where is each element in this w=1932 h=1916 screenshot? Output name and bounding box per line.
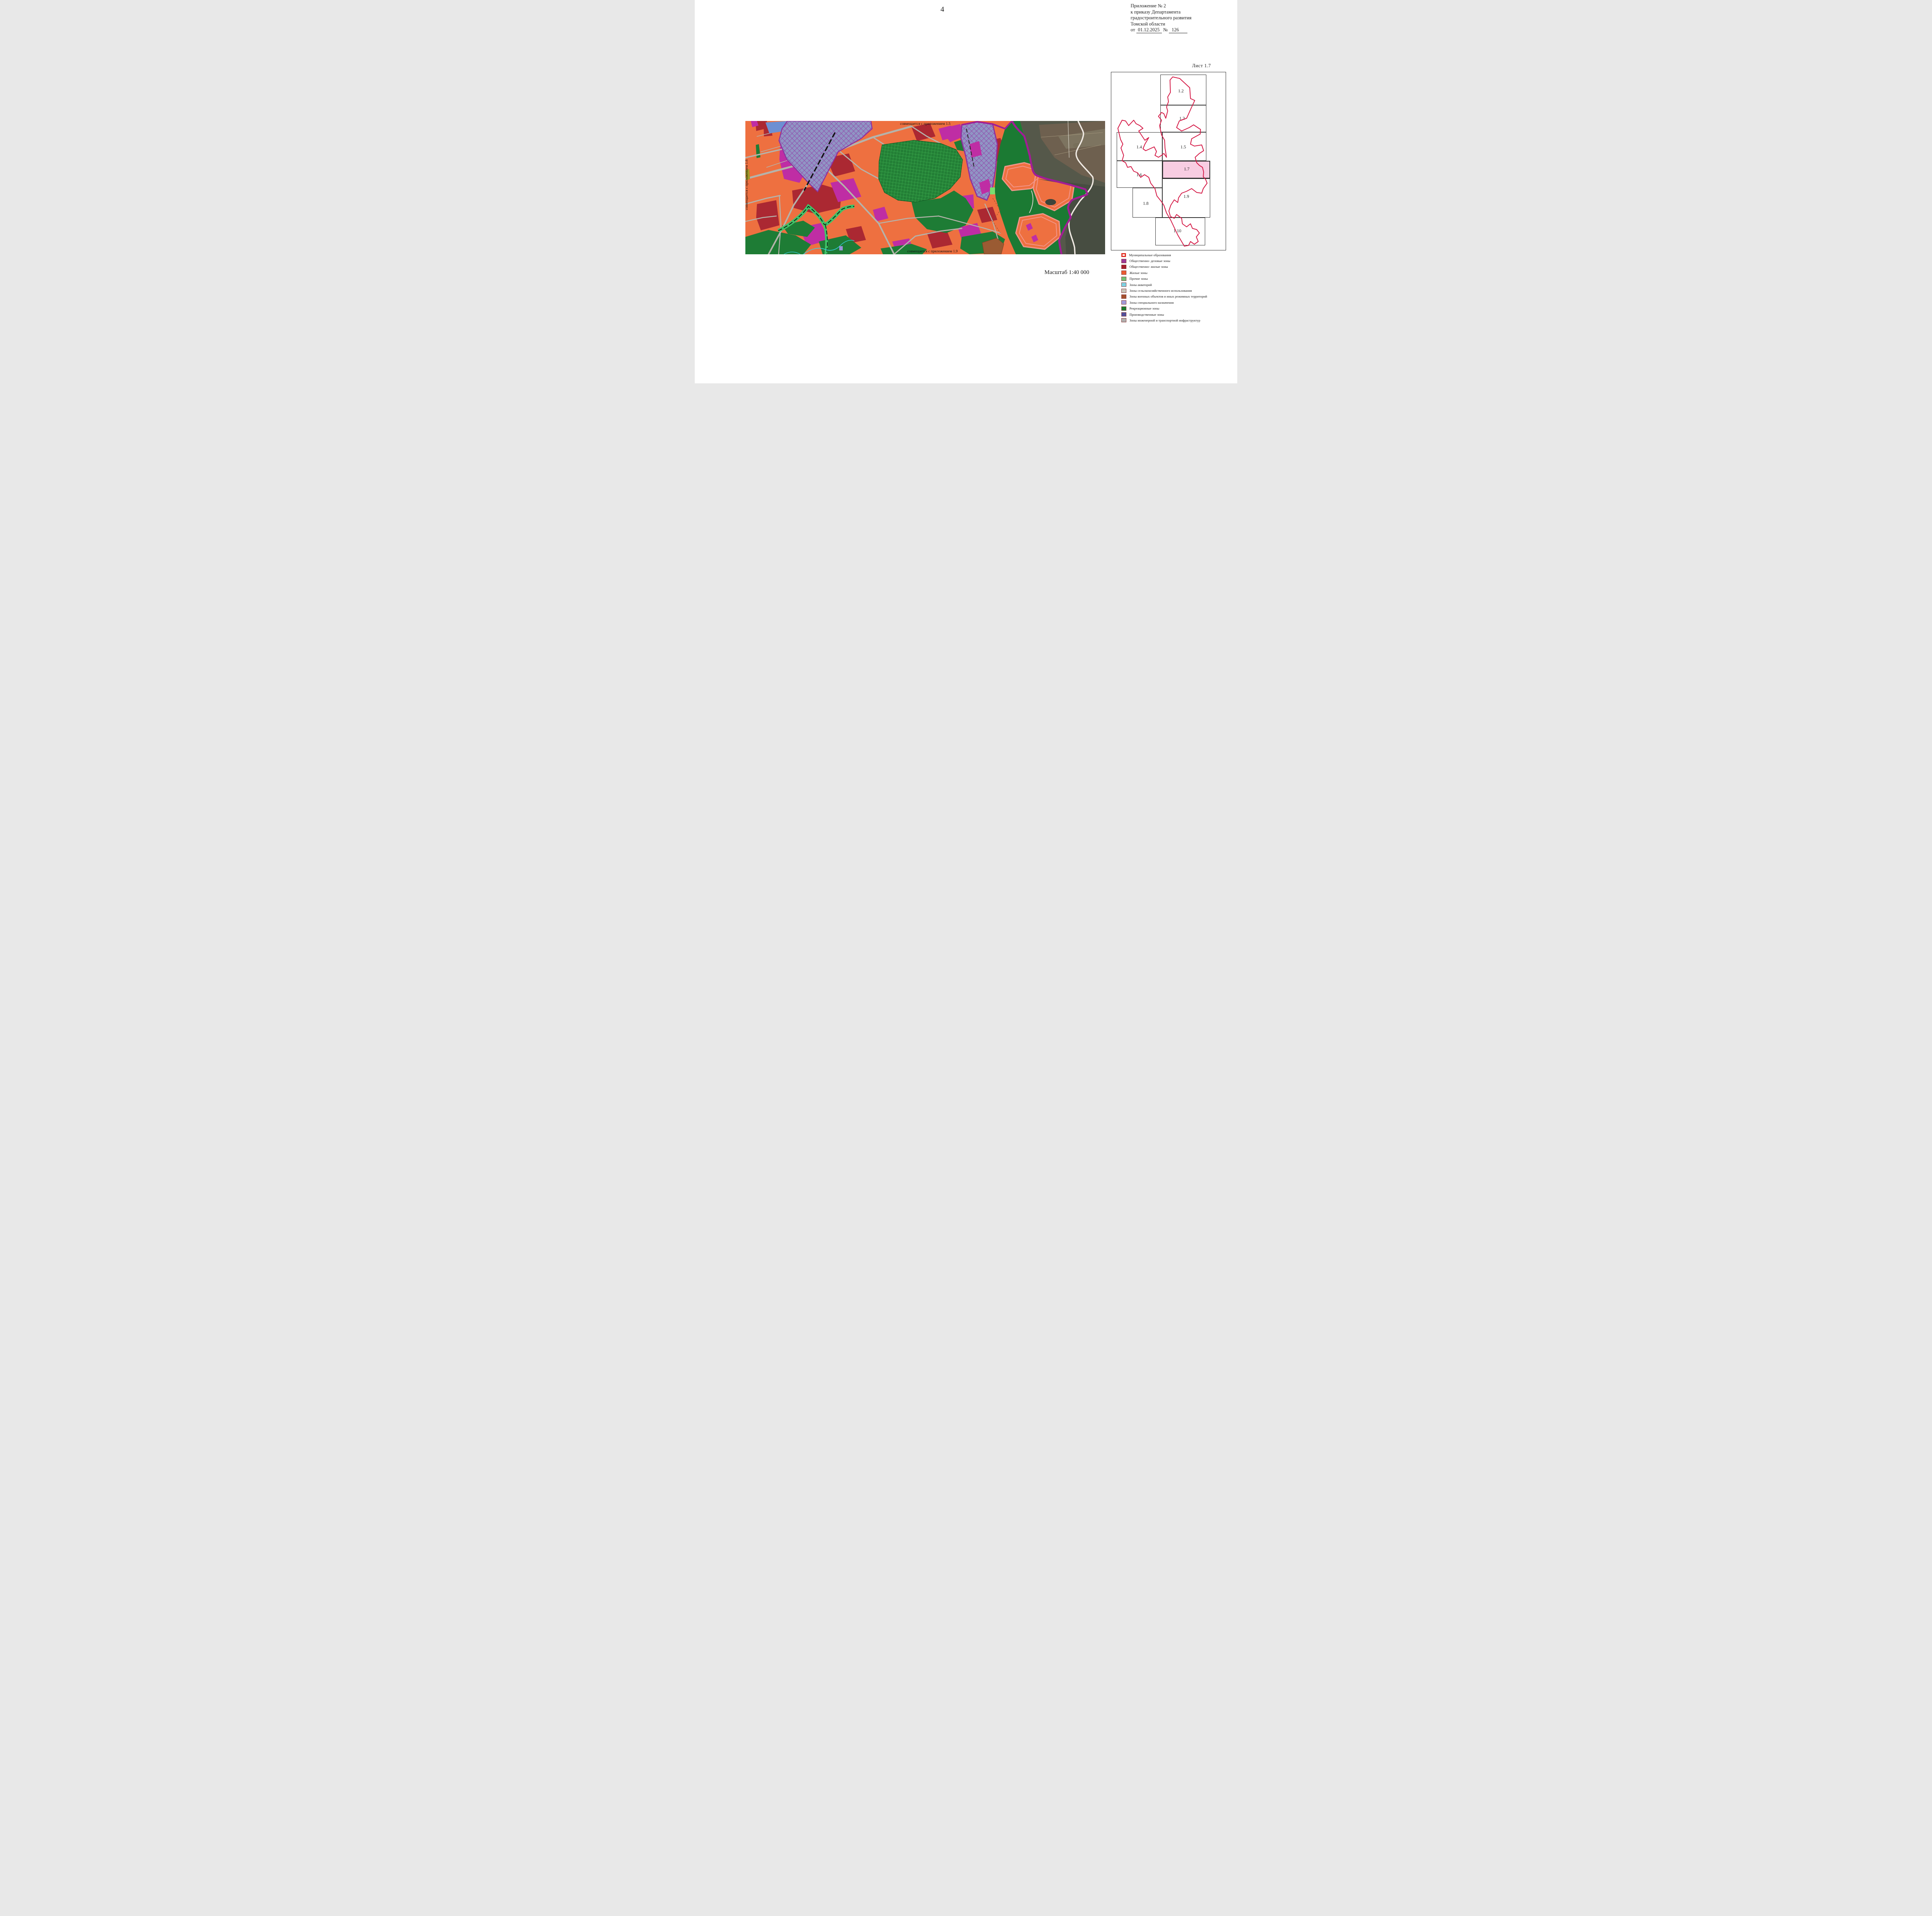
legend-row: Зоны военных объектов и иных режимных те… [1121, 294, 1207, 299]
sheet-number: 1.10 [1173, 229, 1181, 233]
header-line-2: к приказу Департамента [1131, 9, 1192, 15]
legend-row: Зоны инженерной и транспортной инфрастру… [1121, 317, 1207, 323]
sheet-number: 1.3 [1179, 116, 1185, 121]
legend-label: Общественно- жилые зоны [1129, 265, 1168, 269]
map-legend: Муниципальные образования Общественно- д… [1121, 252, 1207, 323]
index-sheet-1-7-highlighted: 1.7 [1162, 161, 1210, 179]
sheet-number: 1.4 [1136, 145, 1142, 150]
color-swatch-icon [1121, 312, 1126, 316]
municipality-outline-swatch-icon [1121, 253, 1126, 257]
legend-row: Рекреационные зоны [1121, 306, 1207, 311]
header-line-3: градостроительного развития [1131, 15, 1192, 21]
index-sheet-1-8: 1.8 [1133, 188, 1162, 218]
index-sheet-1-6: 1.6 [1117, 161, 1162, 188]
legend-label: Муниципальные образования [1129, 253, 1171, 257]
order-date: 01.12.2025 [1136, 27, 1162, 33]
color-swatch-icon [1121, 277, 1126, 281]
sheet-number: 1.9 [1184, 194, 1189, 199]
zoning-map: совмещается с приложением 1.5 совмещаетс… [745, 121, 1105, 254]
sheet-number: 1.5 [1180, 145, 1186, 150]
legend-label: Производственные зоны [1129, 313, 1164, 316]
index-sheet-1-3: 1.3 [1160, 105, 1206, 132]
sheet-number: 1.8 [1143, 201, 1148, 206]
sheet-number: 1.6 [1136, 173, 1142, 177]
color-swatch-icon [1121, 294, 1126, 299]
index-sheet-1-9: 1.9 [1162, 179, 1210, 218]
map-scale-label: Масштаб 1:40 000 [1044, 269, 1089, 276]
map-edge-label-left: совмещается с приложением 1.6 [745, 146, 749, 223]
header-line-4: Томской области [1131, 21, 1192, 27]
index-sheet-1-5: 1.5 [1162, 132, 1206, 161]
legend-label: Зоны военных объектов и иных режимных те… [1129, 294, 1207, 298]
legend-row: Жилые зоны [1121, 270, 1207, 276]
legend-label: Зоны сельскохозяйственного использования [1129, 289, 1192, 293]
order-number-sign: № [1163, 27, 1168, 32]
sheet-title: Лист 1.7 [1192, 63, 1211, 69]
header-line-5: от 01.12.2025 № 126 [1131, 27, 1192, 33]
order-date-prefix: от [1131, 27, 1135, 32]
legend-label: Рекреационные зоны [1129, 306, 1159, 310]
color-swatch-icon [1121, 282, 1126, 287]
sheet-number: 1.7 [1184, 167, 1189, 172]
map-other-zone [990, 187, 995, 194]
color-swatch-icon [1121, 300, 1126, 305]
legend-row: Зоны акваторий [1121, 282, 1207, 288]
document-page: 4 Приложение № 2 к приказу Департамента … [695, 0, 1237, 383]
map-edge-label-top: совмещается с приложением 1.5 [900, 122, 951, 126]
legend-row: Зоны специального назначения [1121, 299, 1207, 305]
sheet-index-map: 1.2 1.3 1.4 1.5 1.6 1.7 1.8 1.9 1.10 [1111, 72, 1226, 250]
color-swatch-icon [1121, 271, 1126, 275]
legend-row: Прочие зоны [1121, 276, 1207, 282]
color-swatch-icon [1121, 289, 1126, 293]
index-sheet-1-2: 1.2 [1160, 75, 1206, 105]
legend-label: Жилые зоны [1129, 271, 1147, 275]
page-number: 4 [940, 5, 944, 14]
zoning-map-canvas [745, 121, 1105, 254]
legend-label: Общественно- деловые зоны [1129, 259, 1170, 263]
legend-row: Производственные зоны [1121, 311, 1207, 317]
order-number: 126 [1169, 27, 1187, 33]
legend-label: Зоны специального назначения [1129, 301, 1173, 305]
legend-label: Прочие зоны [1129, 277, 1148, 281]
color-swatch-icon [1121, 318, 1126, 322]
legend-row: Зоны сельскохозяйственного использования [1121, 288, 1207, 293]
index-sheet-1-10: 1.10 [1155, 218, 1205, 245]
map-edge-label-bottom: совмещается с приложением 1.9 [907, 250, 958, 254]
index-sheet-1-4: 1.4 [1117, 132, 1162, 161]
legend-label: Зоны акваторий [1129, 283, 1152, 287]
map-special-purpose-zone [839, 246, 843, 250]
order-header: Приложение № 2 к приказу Департамента гр… [1131, 3, 1192, 33]
color-swatch-icon [1121, 265, 1126, 269]
color-swatch-icon [1121, 306, 1126, 311]
legend-row: Общественно- жилые зоны [1121, 264, 1207, 270]
header-line-1: Приложение № 2 [1131, 3, 1192, 9]
color-swatch-icon [1121, 259, 1126, 263]
sheet-number: 1.2 [1178, 89, 1184, 94]
legend-row: Общественно- деловые зоны [1121, 258, 1207, 264]
legend-row-municipalities: Муниципальные образования [1121, 252, 1207, 258]
legend-label: Зоны инженерной и транспортной инфрастру… [1129, 318, 1200, 322]
